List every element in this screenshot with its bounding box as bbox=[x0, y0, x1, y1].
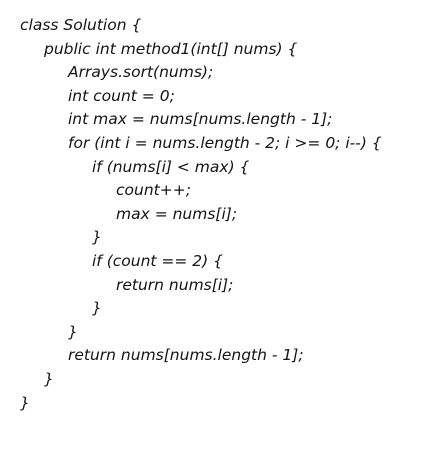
code-line: int count = 0; bbox=[68, 86, 175, 105]
code-line: } bbox=[92, 299, 102, 318]
code-line: public int method1(int[] nums) { bbox=[44, 39, 298, 58]
code-line: class Solution { bbox=[20, 16, 142, 34]
code-line: return nums[i]; bbox=[116, 275, 234, 294]
code-line: if (count == 2) { bbox=[92, 251, 223, 270]
code-line: } bbox=[92, 228, 102, 247]
code-line: max = nums[i]; bbox=[116, 204, 238, 223]
code-line: } bbox=[68, 322, 78, 341]
code-line: } bbox=[44, 369, 54, 388]
code-line: if (nums[i] < max) { bbox=[92, 157, 250, 176]
code-line: int max = nums[nums.length - 1]; bbox=[68, 110, 333, 129]
code-line: count++; bbox=[116, 181, 191, 200]
code-line: } bbox=[20, 393, 30, 412]
code-line: return nums[nums.length - 1]; bbox=[68, 346, 304, 365]
code-line: Arrays.sort(nums); bbox=[68, 63, 214, 82]
code-line: for (int i = nums.length - 2; i >= 0; i-… bbox=[68, 133, 382, 152]
code-view: class Solution { public int method1(int[… bbox=[0, 0, 443, 465]
